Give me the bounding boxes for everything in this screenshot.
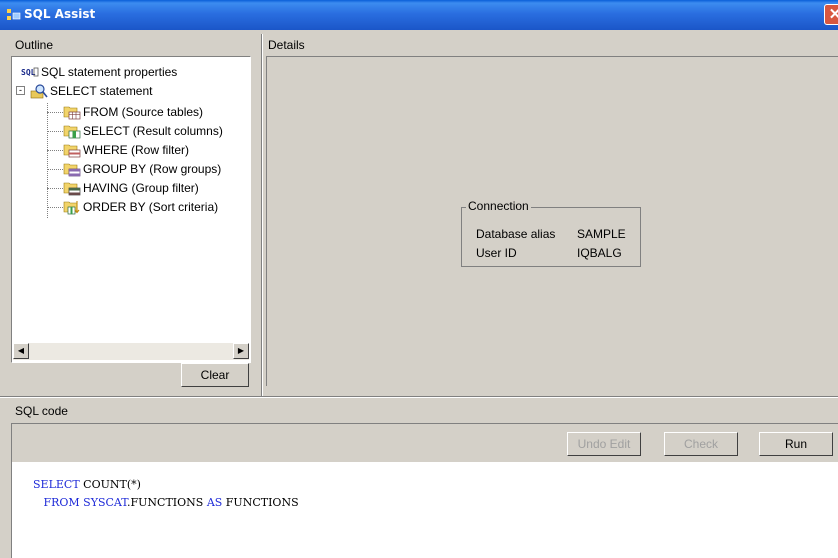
sql-assist-app-icon — [7, 9, 21, 20]
connection-title: Connection — [466, 199, 531, 213]
folder-group-filter-icon — [63, 182, 81, 196]
sql-editor[interactable]: SELECT COUNT(*) FROM SYSCAT.FUNCTIONS AS… — [12, 462, 838, 558]
user-id-value: IQBALG — [577, 246, 622, 260]
run-button[interactable]: Run — [759, 432, 833, 456]
folder-filter-icon — [63, 144, 81, 158]
folder-group-icon — [63, 163, 81, 177]
outline-tree[interactable]: SQL SQL statement properties - SELECT st… — [11, 56, 251, 363]
title-bar: SQL Assist ✕ — [0, 0, 838, 30]
database-alias-label: Database alias — [476, 227, 556, 241]
window-title: SQL Assist — [24, 7, 96, 21]
sql-code-label: SQL code — [15, 404, 68, 418]
splitter[interactable] — [0, 396, 838, 398]
outline-label: Outline — [15, 38, 54, 52]
scroll-left-icon[interactable]: ◀ — [13, 343, 29, 359]
scroll-right-icon[interactable]: ▶ — [233, 343, 249, 359]
clear-button[interactable]: Clear — [181, 363, 249, 387]
user-id-label: User ID — [476, 246, 517, 260]
folder-table-icon — [63, 106, 81, 120]
close-icon: ✕ — [828, 6, 838, 23]
details-label: Details — [268, 38, 305, 52]
svg-text:SQL: SQL — [21, 68, 36, 77]
check-button[interactable]: Check — [664, 432, 738, 456]
collapse-icon[interactable]: - — [16, 86, 25, 95]
database-alias-value: SAMPLE — [577, 227, 626, 241]
folder-columns-icon — [63, 125, 81, 139]
folder-sort-icon — [63, 201, 80, 215]
outline-horizontal-scrollbar[interactable]: ◀ ▶ — [13, 343, 249, 360]
undo-edit-button[interactable]: Undo Edit — [567, 432, 641, 456]
sql-icon: SQL — [21, 67, 39, 77]
close-button[interactable]: ✕ — [824, 4, 838, 25]
sql-line-2: FROM SYSCAT.FUNCTIONS AS FUNCTIONS — [33, 496, 299, 509]
select-statement-icon — [30, 84, 48, 99]
